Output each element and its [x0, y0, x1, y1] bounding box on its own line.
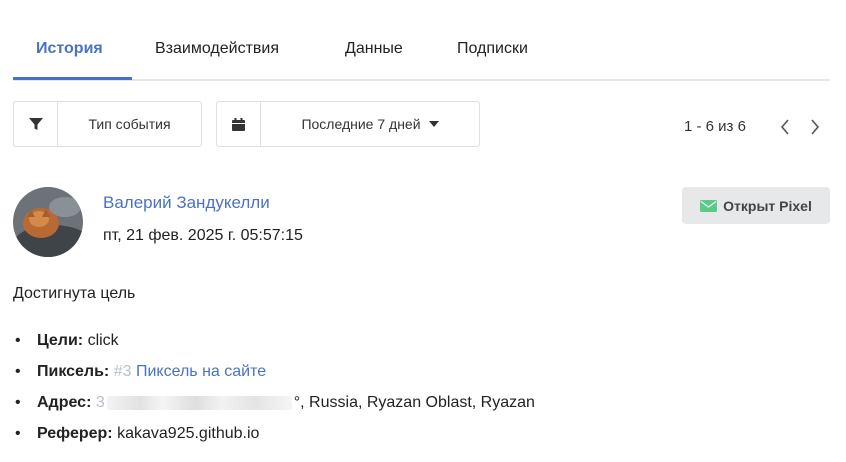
detail-goals-label: Цели: [37, 332, 84, 349]
period-filter-text: Последние 7 дней [301, 116, 421, 132]
tab-history[interactable]: История [36, 40, 103, 58]
event-timestamp: пт, 21 фев. 2025 г. 05:57:15 [103, 227, 303, 244]
redacted-area [106, 395, 292, 410]
event-type-filter[interactable]: Тип события [13, 101, 202, 147]
chevron-right-icon[interactable] [806, 116, 824, 138]
detail-referrer-label: Реферер: [37, 425, 113, 442]
author-name-link[interactable]: Валерий Зандукелли [103, 193, 270, 213]
status-badge-label: Открыт Pixel [723, 197, 812, 214]
status-badge: Открыт Pixel [682, 187, 830, 224]
tab-interactions[interactable]: Взаимодействия [155, 40, 279, 58]
period-filter-label: Последние 7 дней [261, 102, 479, 146]
detail-pixel-number: #3 [113, 363, 132, 380]
tab-bar: История Взаимодействия Данные Подписки [13, 0, 830, 81]
chevron-left-icon[interactable] [776, 116, 794, 138]
detail-referrer: Реферер: kakava925.github.io [13, 423, 535, 454]
detail-address-prefix: 3 [95, 394, 105, 411]
event-details-list: Цели: click Пиксель: #3 Пиксель на сайте… [13, 330, 535, 454]
period-filter[interactable]: Последние 7 дней [216, 101, 480, 147]
detail-address-label: Адрес: [37, 394, 92, 411]
envelope-icon [700, 199, 718, 212]
pixel-link[interactable]: Пиксель на сайте [136, 363, 266, 380]
tab-data[interactable]: Данные [345, 40, 403, 58]
calendar-icon [217, 102, 261, 146]
detail-pixel: Пиксель: #3 Пиксель на сайте [13, 361, 535, 392]
avatar[interactable] [13, 187, 83, 257]
event-type-filter-label: Тип события [88, 116, 171, 132]
event-summary: Достигнута цель [13, 285, 136, 302]
detail-referrer-value: kakava925.github.io [117, 425, 260, 442]
pagination-range: 1 - 6 из 6 [684, 118, 746, 135]
detail-address: Адрес: 3 °, Russia, Ryazan Oblast, Ryazan [13, 392, 535, 423]
detail-address-suffix: °, Russia, Ryazan Oblast, Ryazan [293, 394, 535, 411]
detail-goals: Цели: click [13, 330, 535, 361]
detail-goals-value: click [87, 332, 119, 349]
caret-down-icon [428, 121, 439, 127]
detail-pixel-label: Пиксель: [37, 363, 110, 380]
funnel-icon [14, 102, 58, 146]
active-tab-indicator [13, 77, 132, 80]
tab-subscriptions[interactable]: Подписки [457, 40, 528, 58]
